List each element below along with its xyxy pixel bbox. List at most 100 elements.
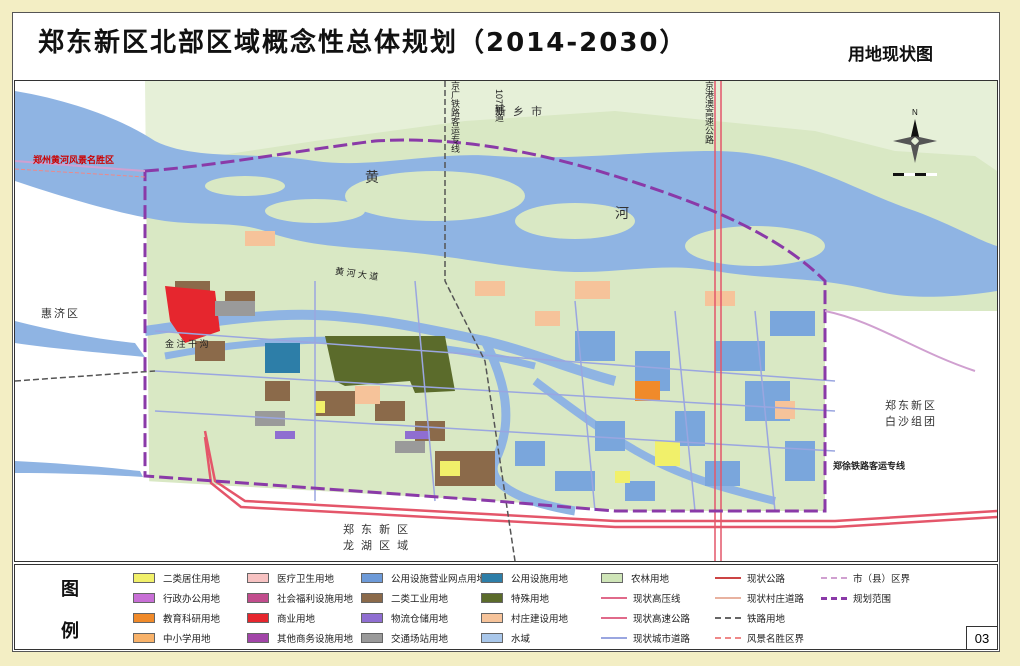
legend-label: 公用设施营业网点用地: [391, 574, 487, 585]
legend-swatch: [133, 613, 155, 623]
legend-label: 社会福利设施用地: [277, 594, 354, 605]
label-longhu: 郑 东 新 区 龙 湖 区 域: [343, 524, 411, 552]
legend-item: 公用设施营业网点用地: [361, 571, 486, 585]
legend-label: 村庄建设用地: [511, 614, 569, 625]
legend-swatch: [247, 613, 269, 623]
label-huang: 黄: [365, 169, 379, 185]
legend-swatch: [481, 573, 503, 583]
land-use-map[interactable]: N 新 乡 市 惠济区 郑东新区 白沙组团 郑 东 新 区 龙 湖 区 域 黄 …: [14, 80, 998, 562]
svg-text:N: N: [912, 108, 918, 117]
legend-swatch: [247, 573, 269, 583]
legend-label: 二类工业用地: [391, 594, 449, 605]
legend-label: 现状高压线: [633, 594, 681, 605]
legend-item: 现状城市道路: [601, 631, 690, 645]
label-fudao: 107辅道: [494, 89, 504, 123]
legend-line-swatch: [601, 597, 627, 603]
label-huizhong: 惠济区: [41, 308, 80, 320]
legend-item: 现状村庄道路: [715, 591, 804, 605]
legend-item: 商业用地: [247, 611, 315, 625]
legend-label: 特殊用地: [511, 594, 550, 605]
legend-item: 医疗卫生用地: [247, 571, 334, 585]
legend-label: 现状公路: [747, 574, 786, 585]
page-number: 03: [966, 626, 998, 650]
legend-item: 中小学用地: [133, 631, 211, 645]
legend-item: 交通场站用地: [361, 631, 448, 645]
legend-swatch: [247, 633, 269, 643]
utility-block: [265, 343, 300, 373]
legend-item: 现状高压线: [601, 591, 681, 605]
legend-label: 公用设施用地: [511, 574, 569, 585]
legend-label: 交通场站用地: [391, 634, 449, 645]
map-subtitle: 用地现状图: [848, 45, 933, 65]
legend-line-swatch: [715, 577, 741, 583]
legend-label: 行政办公用地: [163, 594, 221, 605]
legend-swatch: [481, 593, 503, 603]
legend-swatch: [361, 573, 383, 583]
label-he: 河: [615, 205, 629, 221]
legend-swatch: [361, 593, 383, 603]
label-fengjing: 郑州黄河风景名胜区: [33, 155, 115, 165]
legend-label: 现状高速公路: [633, 614, 691, 625]
legend-label: 其他商务设施用地: [277, 634, 354, 645]
legend-swatch: [361, 633, 383, 643]
legend-swatch: [481, 613, 503, 623]
island-3: [265, 199, 365, 223]
label-baisha: 郑东新区 白沙组团: [885, 400, 937, 428]
legend-item: 公用设施用地: [481, 571, 568, 585]
legend-label: 现状城市道路: [633, 634, 691, 645]
label-jinggangao: 京港澳高速公路: [704, 81, 714, 144]
legend-swatch: [601, 573, 623, 583]
legend-item: 二类居住用地: [133, 571, 220, 585]
legend-item: 市（县）区界: [821, 571, 910, 585]
legend-item: 现状公路: [715, 571, 785, 585]
legend-label: 物流仓储用地: [391, 614, 449, 625]
map-canvas: N: [15, 81, 997, 561]
map-legend: 图 例 二类居住用地 行政办公用地 教育科研用地 中小学用地 医疗卫生用地社会福利设施用…: [14, 564, 998, 650]
label-jinggu: 京广铁路客运专线: [450, 81, 460, 153]
legend-item: 物流仓储用地: [361, 611, 448, 625]
legend-label: 医疗卫生用地: [277, 574, 335, 585]
legend-label: 农林用地: [631, 574, 670, 585]
legend-swatch: [247, 593, 269, 603]
legend-swatch: [481, 633, 503, 643]
legend-swatch: [133, 593, 155, 603]
legend-title-a: 图: [61, 579, 79, 600]
label-jinshui: 金 注 干 沟: [165, 339, 209, 349]
legend-line-swatch: [601, 637, 627, 643]
legend-item: 现状高速公路: [601, 611, 690, 625]
legend-label: 规划范围: [853, 594, 892, 605]
legend-item: 特殊用地: [481, 591, 549, 605]
legend-item: 社会福利设施用地: [247, 591, 353, 605]
legend-item: 水域: [481, 631, 530, 645]
legend-item: 风景名胜区界: [715, 631, 804, 645]
legend-line-swatch: [715, 617, 741, 623]
legend-line-swatch: [601, 617, 627, 623]
legend-item: 村庄建设用地: [481, 611, 568, 625]
legend-label: 水域: [511, 634, 531, 645]
island-5: [205, 176, 285, 196]
legend-label: 教育科研用地: [163, 614, 221, 625]
legend-item: 教育科研用地: [133, 611, 220, 625]
legend-label: 现状村庄道路: [747, 594, 805, 605]
legend-line-swatch: [821, 577, 847, 583]
legend-item: 规划范围: [821, 591, 891, 605]
legend-item: 二类工业用地: [361, 591, 448, 605]
legend-item: 铁路用地: [715, 611, 785, 625]
legend-item: 其他商务设施用地: [247, 631, 353, 645]
legend-swatch: [133, 573, 155, 583]
legend-swatch: [361, 613, 383, 623]
legend-item: 行政办公用地: [133, 591, 220, 605]
legend-line-swatch: [715, 597, 741, 603]
legend-title-b: 例: [61, 621, 79, 642]
island-4: [685, 226, 825, 266]
legend-label: 市（县）区界: [853, 574, 911, 585]
legend-label: 风景名胜区界: [747, 634, 805, 645]
legend-label: 商业用地: [277, 614, 316, 625]
legend-swatch: [133, 633, 155, 643]
legend-label: 中小学用地: [163, 634, 211, 645]
edu-block: [635, 381, 660, 401]
label-zhengxu: 郑徐铁路客运专线: [833, 461, 906, 471]
legend-item: 农林用地: [601, 571, 669, 585]
legend-line-swatch: [821, 596, 847, 604]
legend-label: 二类居住用地: [163, 574, 221, 585]
